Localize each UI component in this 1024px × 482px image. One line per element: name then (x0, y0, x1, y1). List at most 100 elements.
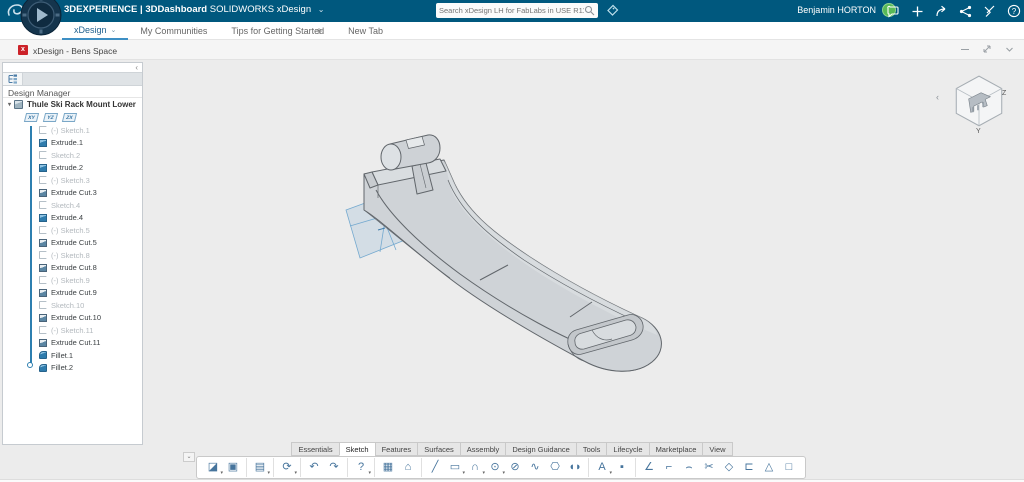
add-button[interactable] (909, 3, 926, 20)
ribbon-tab-surfaces[interactable]: Surfaces (417, 442, 460, 456)
spline-button[interactable]: ∿ (525, 458, 545, 477)
mirror-pattern-button[interactable]: ⊏ (739, 458, 759, 477)
messages-button[interactable] (885, 3, 902, 20)
nav-tab-new-tab[interactable]: New Tab (336, 22, 395, 40)
tree-item-sketch-3[interactable]: (-) Sketch.3 (3, 174, 142, 187)
ellipse-button[interactable]: ⊘ (505, 458, 525, 477)
ribbon-tab-assembly[interactable]: Assembly (460, 442, 506, 456)
ribbon-tab-sketch[interactable]: Sketch (339, 442, 375, 456)
panel-collapse-icon[interactable]: ‹ (135, 63, 138, 72)
tree-item-fillet-1[interactable]: Fillet.1 (3, 349, 142, 362)
ribbon-tab-essentials[interactable]: Essentials (291, 442, 338, 456)
tree-item-sketch-8[interactable]: (-) Sketch.8 (3, 249, 142, 262)
planes-row: XY YZ ZX (3, 111, 142, 124)
tree-item-extrude-cut-10[interactable]: Extrude Cut.10 (3, 312, 142, 325)
plane-yz-icon[interactable]: YZ (43, 113, 58, 122)
polygon-button[interactable]: ⎔ (545, 458, 565, 477)
new-design-button[interactable]: ◪▾ (203, 458, 223, 477)
ribbon-tab-marketplace[interactable]: Marketplace (649, 442, 703, 456)
share-button[interactable] (933, 3, 950, 20)
tree-item-sketch-1[interactable]: (-) Sketch.1 (3, 124, 142, 137)
nav-tab-xdesign[interactable]: xDesign⌄ (62, 22, 128, 40)
tree-expand-caret-icon[interactable]: ▾ (8, 101, 11, 108)
chevron-down-icon[interactable]: ⌄ (318, 5, 325, 14)
point-button[interactable]: ▪ (612, 458, 632, 477)
viewport-3d[interactable]: ‹ Z Y (145, 60, 1024, 482)
duplicate-design-button[interactable]: ▣ (223, 458, 243, 477)
tree-item-extrude-2[interactable]: Extrude.2 (3, 162, 142, 175)
minimize-icon[interactable] (961, 49, 969, 50)
compass-logo-icon[interactable] (20, 0, 62, 36)
chevron-down-icon[interactable] (1005, 46, 1014, 53)
view-cube[interactable] (948, 72, 1010, 134)
help-button[interactable]: ? (1005, 3, 1022, 20)
tree-item-extrude-cut-3[interactable]: Extrude Cut.3 (3, 187, 142, 200)
new-sketch-button[interactable]: ▦ (378, 458, 398, 477)
tree-item-sketch-4[interactable]: Sketch.4 (3, 199, 142, 212)
ribbon-tab-design-guidance[interactable]: Design Guidance (505, 442, 576, 456)
exit-sketch-button[interactable]: □ (779, 458, 799, 477)
convert-entities-button[interactable]: ⌂ (398, 458, 418, 477)
ribbon-tab-features[interactable]: Features (375, 442, 418, 456)
constraints-button[interactable]: △ (759, 458, 779, 477)
tree-item-extrude-cut-9[interactable]: Extrude Cut.9 (3, 287, 142, 300)
part-body[interactable] (364, 135, 661, 371)
nav-tab-my-communities[interactable]: My Communities (128, 22, 219, 40)
sketch-icon (39, 151, 47, 159)
plane-zx-icon[interactable]: ZX (62, 113, 77, 122)
save-icon: ▤ (255, 458, 265, 477)
cut-icon (39, 289, 47, 297)
extend-button[interactable]: ⌢ (679, 458, 699, 477)
update-sync-button[interactable]: ⟳▾ (277, 458, 297, 477)
rectangle-button[interactable]: ▭▾ (445, 458, 465, 477)
sketch-fillet-button[interactable]: ⌐ (659, 458, 679, 477)
undo-button[interactable]: ↶ (304, 458, 324, 477)
tag-button[interactable] (604, 3, 620, 18)
cut-icon (39, 314, 47, 322)
search-icon[interactable] (584, 5, 595, 16)
expand-icon[interactable] (982, 44, 992, 54)
tree-item-sketch-11[interactable]: (-) Sketch.11 (3, 324, 142, 337)
brand-dashboard: 3DDashboard (145, 4, 207, 15)
root-part-name: Thule Ski Rack Mount Lower (27, 100, 136, 109)
tree-item-sketch-5[interactable]: (-) Sketch.5 (3, 224, 142, 237)
search-input[interactable] (439, 6, 584, 15)
ribbon-tab-lifecycle[interactable]: Lifecycle (606, 442, 648, 456)
sketch-icon (39, 126, 47, 134)
apps-button[interactable] (981, 3, 998, 20)
tree-item-extrude-cut-11[interactable]: Extrude Cut.11 (3, 337, 142, 350)
user-name[interactable]: Benjamin HORTON (797, 5, 876, 15)
tree-item-extrude-cut-5[interactable]: Extrude Cut.5 (3, 237, 142, 250)
text-button[interactable]: A▾ (592, 458, 612, 477)
tree-item-sketch-10[interactable]: Sketch.10 (3, 299, 142, 312)
tree-item-sketch-9[interactable]: (-) Sketch.9 (3, 274, 142, 287)
circle-button[interactable]: ⊙▾ (485, 458, 505, 477)
rollback-bar-handle[interactable] (27, 362, 33, 368)
tree-item-extrude-4[interactable]: Extrude.4 (3, 212, 142, 225)
polyline-button[interactable]: ∠ (639, 458, 659, 477)
slot-button[interactable]: ◖◗ (565, 458, 585, 477)
save-button[interactable]: ▤▾ (250, 458, 270, 477)
trim-button[interactable]: ✂ (699, 458, 719, 477)
design-manager-tab[interactable] (3, 73, 23, 85)
tree-icon (8, 74, 18, 84)
ribbon-tab-tools[interactable]: Tools (576, 442, 607, 456)
nav-tab-label: Tips for Getting Started (231, 26, 324, 36)
tree-root-item[interactable]: ▾ Thule Ski Rack Mount Lower (3, 98, 142, 111)
tree-item-fillet-2[interactable]: Fillet.2 (3, 362, 142, 375)
ribbon-tab-view[interactable]: View (702, 442, 732, 456)
convert-entities-icon: ⌂ (405, 458, 412, 477)
help-button[interactable]: ?▾ (351, 458, 371, 477)
new-tab-plus-button[interactable]: + (312, 24, 326, 38)
arc-button[interactable]: ∩▾ (465, 458, 485, 477)
tree-item-extrude-1[interactable]: Extrude.1 (3, 137, 142, 150)
tree-item-extrude-cut-8[interactable]: Extrude Cut.8 (3, 262, 142, 275)
tree-item-sketch-2[interactable]: Sketch.2 (3, 149, 142, 162)
model-3d[interactable] (330, 118, 690, 398)
cube-panel-collapse-icon[interactable]: ‹ (936, 92, 939, 102)
plane-xy-icon[interactable]: XY (24, 113, 39, 122)
redo-button[interactable]: ↷ (324, 458, 344, 477)
line-button[interactable]: ╱ (425, 458, 445, 477)
offset-button[interactable]: ◇ (719, 458, 739, 477)
social-network-button[interactable] (957, 3, 974, 20)
